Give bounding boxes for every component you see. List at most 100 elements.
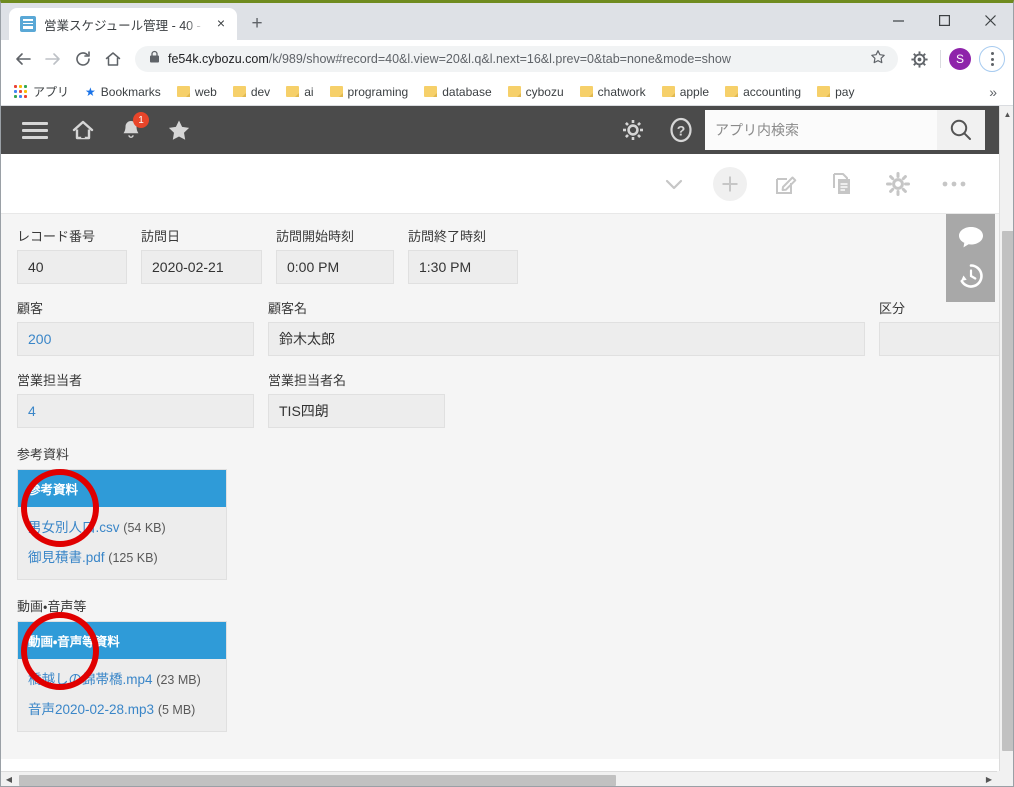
- url-domain: fe54k.cybozu.com: [168, 52, 269, 66]
- browser-window: 営業スケジュール管理 - 40 - レコードの × +: [0, 0, 1014, 787]
- gear-icon[interactable]: [881, 167, 915, 201]
- home-icon[interactable]: [59, 106, 107, 154]
- forward-icon[interactable]: [39, 45, 67, 73]
- comment-icon[interactable]: [956, 224, 986, 254]
- bookmark-bookmarks[interactable]: ★ Bookmarks: [78, 82, 168, 102]
- reload-icon[interactable]: [69, 45, 97, 73]
- extension-icon[interactable]: [906, 46, 932, 72]
- section-label: 参考資料: [17, 447, 70, 462]
- bell-icon[interactable]: 1: [107, 106, 155, 154]
- field-value[interactable]: 200: [17, 322, 254, 356]
- folder-icon: [424, 86, 438, 97]
- vertical-scrollbar[interactable]: ▲ ▼: [999, 106, 1013, 786]
- attachment-link[interactable]: 橋越しの錦帯橋.mp4: [28, 672, 153, 687]
- hamburger-icon[interactable]: [11, 106, 59, 154]
- attachment-link[interactable]: 男女別人口.csv: [28, 520, 120, 535]
- bookmark-dev[interactable]: dev: [226, 82, 277, 102]
- field-value: 2020-02-21: [141, 250, 262, 284]
- bookmarks-overflow-button[interactable]: »: [979, 84, 1007, 100]
- close-icon[interactable]: ×: [213, 16, 229, 32]
- bookmark-chatwork[interactable]: chatwork: [573, 82, 653, 102]
- field-visit-start-time: 訪問開始時刻 0:00 PM: [276, 228, 394, 284]
- gear-icon[interactable]: [609, 106, 657, 154]
- bookmark-label: programing: [347, 84, 409, 99]
- field-value: [879, 322, 1013, 356]
- bookmark-programing[interactable]: programing: [323, 82, 416, 102]
- bookmark-star-icon[interactable]: [870, 49, 890, 70]
- field-label: 顧客: [17, 301, 44, 316]
- field-label: 営業担当者名: [268, 373, 347, 388]
- bookmark-label: cybozu: [525, 84, 564, 99]
- attachment-link[interactable]: 音声2020-02-28.mp3: [28, 702, 154, 717]
- bookmark-accounting[interactable]: accounting: [718, 82, 808, 102]
- bookmark-cybozu[interactable]: cybozu: [501, 82, 571, 102]
- plus-icon[interactable]: [713, 166, 747, 201]
- field-label: 顧客名: [268, 301, 308, 316]
- bookmark-label: Bookmarks: [100, 84, 161, 99]
- minimize-button[interactable]: [875, 3, 921, 37]
- new-tab-button[interactable]: +: [243, 10, 271, 38]
- attachment-table-header: 動画・音声等資料: [18, 622, 226, 659]
- record-body: レコード番号 40 訪問日 2020-02-21 訪問開始時刻 0:00 PM …: [1, 214, 1013, 759]
- attachment-link[interactable]: 御見積書.pdf: [28, 550, 105, 565]
- field-row: 営業担当者 4 営業担当者名 TIS四朗: [17, 372, 1013, 428]
- url-path: /k/989/show#record=40&l.view=20&l.q&l.ne…: [268, 52, 731, 66]
- horizontal-scrollbar[interactable]: ◀ ▶: [1, 771, 1013, 787]
- kintone-favicon: [20, 16, 36, 32]
- attachment-size: (54 KB): [123, 521, 166, 535]
- field-row: レコード番号 40 訪問日 2020-02-21 訪問開始時刻 0:00 PM …: [17, 228, 1013, 284]
- attachment-row: 男女別人口.csv (54 KB): [18, 511, 226, 541]
- scroll-up-arrow[interactable]: ▲: [1000, 106, 1013, 122]
- attachment-size: (23 MB): [156, 673, 201, 687]
- bookmark-label: pay: [835, 84, 855, 99]
- lock-icon: [149, 50, 160, 68]
- bookmark-web[interactable]: web: [170, 82, 224, 102]
- address-bar[interactable]: fe54k.cybozu.com/k/989/show#record=40&l.…: [135, 46, 898, 72]
- browser-tab[interactable]: 営業スケジュール管理 - 40 - レコードの ×: [9, 8, 237, 40]
- search-icon[interactable]: [937, 110, 985, 150]
- attachment-row: 御見積書.pdf (125 KB): [18, 541, 226, 571]
- record-toolbar: [1, 154, 1013, 214]
- folder-icon: [507, 86, 521, 97]
- home-icon[interactable]: [99, 45, 127, 73]
- bookmark-ai[interactable]: ai: [279, 82, 320, 102]
- scroll-left-arrow[interactable]: ◀: [1, 772, 17, 787]
- close-window-button[interactable]: [967, 3, 1013, 37]
- kintone-header: 1 ? アプリ内検索: [1, 106, 1013, 154]
- field-customer-name: 顧客名 鈴木太郎: [268, 300, 865, 356]
- field-label: 区分: [879, 301, 906, 316]
- more-icon[interactable]: [937, 167, 971, 201]
- field-value[interactable]: 4: [17, 394, 254, 428]
- edit-icon[interactable]: [769, 167, 803, 201]
- field-value: 40: [17, 250, 127, 284]
- duplicate-icon[interactable]: [825, 167, 859, 201]
- attachment-table: 動画・音声等資料 橋越しの錦帯橋.mp4 (23 MB) 音声2020-02-2…: [17, 621, 227, 732]
- bookmark-label: database: [442, 84, 492, 99]
- field-label: 営業担当者: [17, 373, 83, 388]
- svg-text:?: ?: [677, 123, 686, 139]
- app-search-placeholder: アプリ内検索: [715, 122, 799, 138]
- bookmark-database[interactable]: database: [417, 82, 498, 102]
- bookmark-label: apple: [679, 84, 710, 99]
- vertical-scroll-thumb[interactable]: [1002, 231, 1013, 751]
- chrome-menu-icon[interactable]: [979, 46, 1005, 72]
- bookmark-label: アプリ: [33, 85, 70, 99]
- history-icon[interactable]: [956, 262, 986, 292]
- bookmark-apple[interactable]: apple: [655, 82, 716, 102]
- maximize-button[interactable]: [921, 3, 967, 37]
- bookmark-pay[interactable]: pay: [810, 82, 861, 102]
- section-label: 動画・音声等: [17, 599, 87, 614]
- bookmark-apps[interactable]: アプリ: [7, 80, 76, 103]
- field-visit-end-time: 訪問終了時刻 1:30 PM: [408, 228, 518, 284]
- horizontal-scroll-thumb[interactable]: [19, 775, 616, 786]
- back-icon[interactable]: [9, 45, 37, 73]
- help-icon[interactable]: ?: [657, 106, 705, 154]
- favorite-star-icon[interactable]: [155, 106, 203, 154]
- folder-icon: [661, 86, 675, 97]
- app-search-input[interactable]: アプリ内検索: [705, 110, 937, 150]
- star-icon: ★: [85, 84, 96, 99]
- scroll-right-arrow[interactable]: ▶: [981, 772, 997, 787]
- chevron-down-icon[interactable]: [657, 167, 691, 201]
- avatar[interactable]: S: [949, 48, 971, 70]
- folder-icon: [725, 86, 739, 97]
